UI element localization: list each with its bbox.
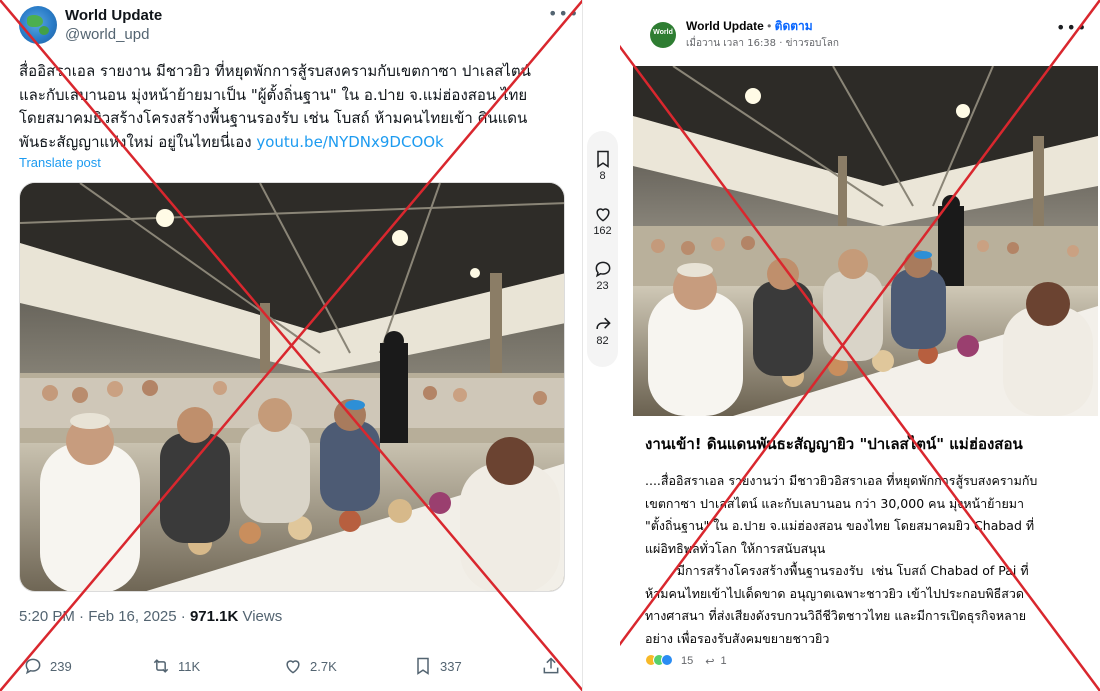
share-reply-icon: ↩: [705, 655, 715, 668]
rail-comment-count: 23: [596, 280, 609, 292]
reply-button[interactable]: 239: [23, 654, 72, 678]
post-photo[interactable]: [633, 66, 1098, 416]
separator-dot: •: [763, 19, 775, 33]
bookmark-count: 337: [440, 658, 462, 674]
translate-post-link[interactable]: Translate post: [19, 155, 101, 170]
bookmark-icon: [596, 150, 609, 168]
post-text-line: พันธะสัญญาแห่งใหม่ อยู่ในไทยนี่เอง youtu…: [19, 131, 564, 155]
reaction-emojis-icon[interactable]: [645, 653, 673, 669]
post-text-line: โดยสมาคมยิวสร้างโครงสร้างพื้นฐานรองรับ เ…: [19, 109, 528, 127]
page-name[interactable]: World Update: [686, 19, 764, 33]
share-icon: [543, 657, 559, 674]
follow-button[interactable]: ติดตาม: [775, 19, 813, 33]
rail-like-button[interactable]: 162: [587, 204, 618, 237]
rail-like-count: 162: [593, 225, 612, 237]
heart-icon: [595, 208, 610, 222]
body-line: ....สื่ออิสราเอล รายงานว่า มีชาวยิวอิสรา…: [645, 473, 1038, 488]
body-line: "ตั้งถิ่นฐาน" ใน อ.ปาย จ.แม่ฮ่องสอน ของไ…: [645, 518, 1035, 533]
bookmark-button[interactable]: 337: [413, 654, 462, 678]
more-options-icon[interactable]: •••: [548, 4, 579, 23]
views-count: 971.1K: [189, 608, 239, 625]
post-text: สื่ออิสราเอล รายงาน มีชาวยิว ที่หยุดพักก…: [19, 60, 564, 154]
facebook-post-card: World World Update • ติดตาม เมื่อวาน เวล…: [620, 0, 1100, 691]
rail-bookmark-button[interactable]: 8: [587, 149, 618, 182]
heart-icon: [286, 660, 300, 674]
post-text-line: และกับเลบานอน มุ่งหน้าย้ายมาเป็น "ผู้ตั้…: [19, 85, 528, 104]
body-line: เขตกาซา ปาเลสไตน์ และกับเลบานอน กว่า 30,…: [645, 495, 1025, 511]
views-label: Views: [238, 608, 283, 625]
share-count[interactable]: 1: [720, 655, 726, 667]
reply-count: 239: [50, 658, 72, 674]
banquet-photo-illustration: [633, 66, 1098, 416]
post-text-line-part: พันธะสัญญาแห่งใหม่ อยู่ในไทยนี่เอง: [19, 132, 257, 151]
youtube-link[interactable]: youtu.be/NYDNx9DCOOk: [256, 133, 443, 151]
body-line: แผ่อิทธิพลทั่วโลก ให้การสนับสนุน: [645, 540, 826, 556]
avatar-logo-text: World: [653, 29, 673, 36]
post-photo[interactable]: [19, 182, 565, 592]
author-name[interactable]: World Update: [65, 7, 162, 24]
post-body: ....สื่ออิสราเอล รายงานว่า มีชาวยิวอิสรา…: [645, 470, 1085, 650]
repost-icon: [153, 659, 169, 673]
repost-count: 11K: [178, 658, 201, 674]
reaction-count[interactable]: 15: [681, 655, 693, 667]
body-line: ห้ามคนไทยเข้าไปเด็ดขาด อนุญาตเฉพาะชาวยิว…: [645, 585, 1024, 601]
rail-bookmark-count: 8: [599, 170, 606, 182]
page-header: World Update • ติดตาม: [686, 17, 813, 36]
author-handle[interactable]: @world_upd: [65, 26, 149, 43]
reply-icon: [25, 658, 41, 675]
like-count: 2.7K: [310, 658, 337, 674]
more-options-icon[interactable]: •••: [1056, 18, 1087, 37]
rail-share-count: 82: [596, 335, 609, 347]
post-subtitle[interactable]: เมื่อวาน เวลา 16:38 · ข่าวรอบโลก: [686, 36, 839, 51]
action-rail: 8 162 23 82: [587, 131, 618, 367]
post-text-line: สื่ออิสราเอล รายงาน มีชาวยิว ที่หยุดพักก…: [19, 62, 531, 80]
x-post-card: World Update @world_upd ••• สื่ออิสราเอล…: [0, 0, 583, 691]
post-title: งานเข้า! ดินแดนพันธะสัญญายิว "ปาเลสไตน์"…: [645, 435, 1023, 453]
page-avatar[interactable]: World: [650, 22, 676, 48]
profile-avatar[interactable]: [19, 6, 57, 44]
post-actions: 239 11K 2.7K 337: [19, 654, 565, 678]
share-arrow-icon: [595, 317, 611, 329]
body-line: ทางศาสนา ที่ส่งเสียงดังรบกวนวิถีชีวิตชาว…: [645, 608, 1027, 623]
post-timestamp: 5:20 PM · Feb 16, 2025 · 971.1K Views: [19, 608, 282, 625]
banquet-photo-illustration: [20, 183, 564, 591]
body-line: มีการสร้างโครงสร้างพื้นฐานรองรับ เช่น โบ…: [645, 563, 1029, 578]
share-button[interactable]: [541, 654, 561, 678]
rail-comment-button[interactable]: 23: [587, 259, 618, 292]
body-line: อย่าง เพื่อรองรับสังคมขยายชาวยิว: [645, 630, 830, 646]
like-button[interactable]: 2.7K: [283, 654, 337, 678]
repost-button[interactable]: 11K: [151, 654, 200, 678]
post-time[interactable]: 5:20 PM · Feb 16, 2025 ·: [19, 608, 190, 625]
reactions-bar: 15 ↩ 1: [645, 652, 727, 670]
bookmark-icon: [417, 657, 429, 675]
rail-share-button[interactable]: 82: [587, 314, 618, 347]
comment-icon: [595, 261, 610, 278]
